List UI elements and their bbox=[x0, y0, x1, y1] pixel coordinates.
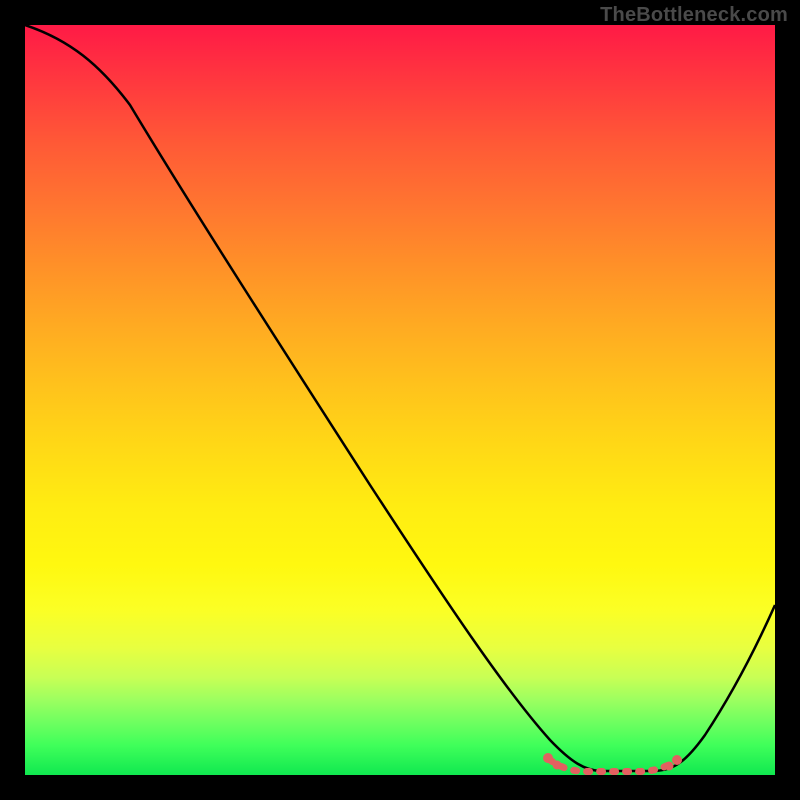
highlight-dot-start bbox=[543, 753, 553, 763]
curve-line bbox=[25, 25, 775, 771]
watermark-text: TheBottleneck.com bbox=[600, 4, 788, 27]
highlight-dot-e1 bbox=[665, 762, 674, 771]
chart-svg bbox=[25, 25, 775, 775]
highlight-dotted bbox=[550, 760, 675, 772]
highlight-dot-1 bbox=[553, 761, 562, 770]
plot-area bbox=[25, 25, 775, 775]
highlight-dot-end bbox=[672, 755, 682, 765]
chart-container: TheBottleneck.com bbox=[0, 0, 800, 800]
